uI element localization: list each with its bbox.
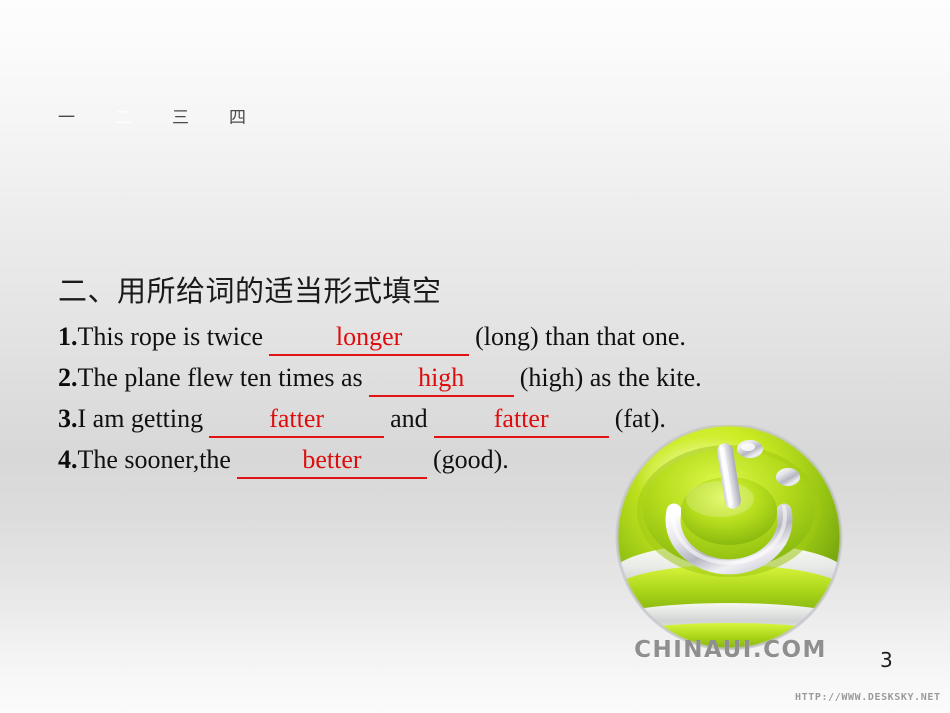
question-row: 1. This rope is twice longer (long) than… — [58, 316, 938, 357]
url-watermark: HTTP://WWW.DESKSKY.NET — [795, 692, 941, 703]
question-text-after: (high) as the kite. — [519, 363, 702, 392]
section-tab-strip: 一 二 三 四 — [58, 105, 286, 131]
tab-section-2[interactable]: 二 — [115, 105, 172, 131]
question-text-before: The sooner,the — [77, 445, 231, 474]
question-number: 1. — [58, 322, 78, 351]
tab-section-3[interactable]: 三 — [172, 105, 229, 131]
answer-blank[interactable]: longer — [269, 321, 470, 356]
tab-section-1[interactable]: 一 — [58, 105, 115, 131]
question-text-middle: and — [390, 404, 428, 433]
brand-wordmark: CHINAUI.COM — [634, 637, 827, 663]
question-text-after: (long) than that one. — [475, 322, 686, 351]
question-row: 2. The plane flew ten times as high (hig… — [58, 357, 938, 398]
question-number: 3. — [58, 404, 78, 433]
question-number: 2. — [58, 363, 78, 392]
tab-section-4[interactable]: 四 — [229, 105, 286, 131]
page-number: 3 — [880, 648, 893, 672]
question-text-after: (good). — [432, 445, 509, 474]
question-text-before: The plane flew ten times as — [77, 363, 363, 392]
answer-blank[interactable]: better — [236, 444, 427, 479]
question-number: 4. — [58, 445, 78, 474]
question-text-before: This rope is twice — [77, 322, 264, 351]
question-list: 1. This rope is twice longer (long) than… — [58, 316, 938, 480]
presentation-slide: 一 二 三 四 二、用所给词的适当形式填空 1. This rope is tw… — [0, 0, 950, 713]
question-row: 3. I am getting fatter and fatter (fat). — [58, 398, 938, 439]
question-text-after: (fat). — [614, 404, 666, 433]
section-heading: 二、用所给词的适当形式填空 — [58, 274, 442, 308]
answer-blank-secondary[interactable]: fatter — [433, 403, 609, 438]
answer-blank[interactable]: high — [368, 362, 514, 397]
answer-blank[interactable]: fatter — [209, 403, 385, 438]
question-row: 4. The sooner,the better (good). — [58, 439, 938, 480]
question-text-before: I am getting — [77, 404, 204, 433]
